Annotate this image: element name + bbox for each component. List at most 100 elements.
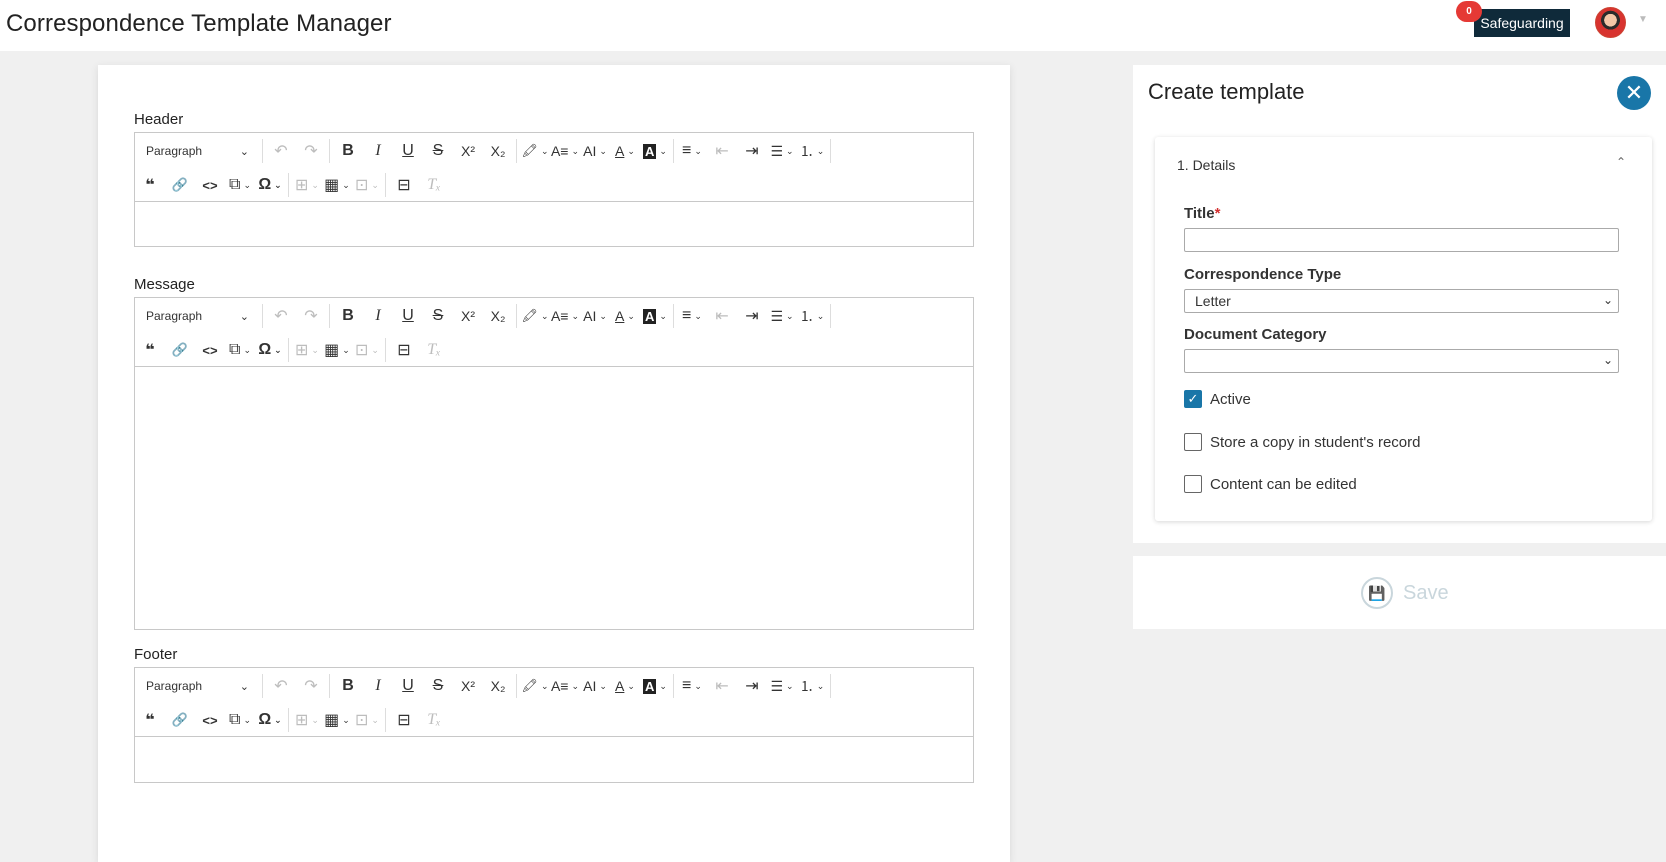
block-quote-icon[interactable]: ❝ — [135, 336, 165, 364]
bulleted-list-icon[interactable]: ☰ ⌄ — [767, 137, 797, 165]
merge-cells-icon[interactable]: ⊡ ⌄ — [352, 336, 382, 364]
numbered-list-icon[interactable]: ⒈ ⌄ — [797, 302, 827, 330]
insert-table-icon[interactable]: ▦ ⌄ — [322, 706, 352, 734]
underline-icon[interactable]: U — [393, 137, 423, 165]
outdent-icon[interactable]: ⇤ — [707, 137, 737, 165]
chevron-up-icon[interactable]: ⌃ — [1616, 155, 1626, 169]
highlight-icon[interactable]: 🖍 ⌄ — [520, 672, 550, 700]
close-icon[interactable]: ✕ — [1617, 76, 1651, 110]
font-color-icon[interactable]: A ⌄ — [610, 302, 640, 330]
superscript-icon[interactable]: X² — [453, 302, 483, 330]
underline-icon[interactable]: U — [393, 672, 423, 700]
table-cell-icon[interactable]: ⊞ ⌄ — [292, 336, 322, 364]
code-icon[interactable]: <> — [195, 336, 225, 364]
table-cell-icon[interactable]: ⊞ ⌄ — [292, 706, 322, 734]
active-checkbox-row[interactable]: ✓ Active — [1184, 389, 1251, 409]
superscript-icon[interactable]: X² — [453, 672, 483, 700]
insert-table-icon[interactable]: ▦ ⌄ — [322, 171, 352, 199]
user-avatar[interactable] — [1595, 7, 1626, 38]
remove-format-icon[interactable]: Tₓ — [419, 706, 449, 734]
numbered-list-icon[interactable]: ⒈ ⌄ — [797, 672, 827, 700]
page-break-icon[interactable]: ⊟ — [389, 336, 419, 364]
special-characters-icon[interactable]: Ω ⌄ — [255, 336, 285, 364]
details-section-toggle[interactable]: 1. Details — [1177, 157, 1235, 173]
highlight-icon[interactable]: 🖍 ⌄ — [520, 302, 550, 330]
save-button[interactable]: 💾 Save — [1361, 577, 1449, 609]
user-menu-chevron-icon[interactable]: ▼ — [1638, 14, 1648, 25]
subscript-icon[interactable]: X₂ — [483, 672, 513, 700]
indent-icon[interactable]: ⇥ — [737, 137, 767, 165]
active-checkbox[interactable]: ✓ — [1184, 390, 1202, 408]
link-icon[interactable]: 🔗 — [165, 706, 195, 734]
special-characters-icon[interactable]: Ω ⌄ — [255, 706, 285, 734]
strikethrough-icon[interactable]: S — [423, 137, 453, 165]
remove-format-icon[interactable]: Tₓ — [419, 171, 449, 199]
line-height-icon[interactable]: AI ⌄ — [580, 672, 610, 700]
editable-checkbox-row[interactable]: Content can be edited — [1184, 474, 1357, 494]
editable-checkbox[interactable] — [1184, 475, 1202, 493]
subscript-icon[interactable]: X₂ — [483, 137, 513, 165]
italic-icon[interactable]: I — [363, 302, 393, 330]
document-category-select[interactable]: ⌄ — [1184, 349, 1619, 373]
notification-badge[interactable]: 0 — [1456, 1, 1482, 22]
merge-cells-icon[interactable]: ⊡ ⌄ — [352, 706, 382, 734]
block-quote-icon[interactable]: ❝ — [135, 706, 165, 734]
italic-icon[interactable]: I — [363, 137, 393, 165]
link-icon[interactable]: 🔗 — [165, 336, 195, 364]
header-edit-area[interactable] — [135, 202, 973, 246]
italic-icon[interactable]: I — [363, 672, 393, 700]
redo-icon[interactable]: ↷ — [296, 302, 326, 330]
correspondence-type-select[interactable]: Letter ⌄ — [1184, 289, 1619, 313]
align-icon[interactable]: ≡ ⌄ — [677, 672, 707, 700]
numbered-list-icon[interactable]: ⒈ ⌄ — [797, 137, 827, 165]
line-height-icon[interactable]: AI ⌄ — [580, 302, 610, 330]
paragraph-style-dropdown[interactable]: Paragraph ⌄ — [135, 302, 259, 330]
align-icon[interactable]: ≡ ⌄ — [677, 137, 707, 165]
bold-icon[interactable]: B — [333, 137, 363, 165]
safeguarding-button[interactable]: Safeguarding — [1474, 9, 1570, 37]
superscript-icon[interactable]: X² — [453, 137, 483, 165]
special-characters-icon[interactable]: Ω ⌄ — [255, 171, 285, 199]
underline-icon[interactable]: U — [393, 302, 423, 330]
bulleted-list-icon[interactable]: ☰ ⌄ — [767, 302, 797, 330]
font-size-icon[interactable]: A≡ ⌄ — [550, 302, 580, 330]
source-editing-icon[interactable]: ⧉ ⌄ — [225, 706, 255, 734]
source-editing-icon[interactable]: ⧉ ⌄ — [225, 171, 255, 199]
font-color-icon[interactable]: A ⌄ — [610, 672, 640, 700]
bulleted-list-icon[interactable]: ☰ ⌄ — [767, 672, 797, 700]
bold-icon[interactable]: B — [333, 302, 363, 330]
paragraph-style-dropdown[interactable]: Paragraph ⌄ — [135, 672, 259, 700]
undo-icon[interactable]: ↶ — [266, 302, 296, 330]
outdent-icon[interactable]: ⇤ — [707, 672, 737, 700]
subscript-icon[interactable]: X₂ — [483, 302, 513, 330]
code-icon[interactable]: <> — [195, 706, 225, 734]
block-quote-icon[interactable]: ❝ — [135, 171, 165, 199]
align-icon[interactable]: ≡ ⌄ — [677, 302, 707, 330]
merge-cells-icon[interactable]: ⊡ ⌄ — [352, 171, 382, 199]
redo-icon[interactable]: ↷ — [296, 672, 326, 700]
link-icon[interactable]: 🔗 — [165, 171, 195, 199]
redo-icon[interactable]: ↷ — [296, 137, 326, 165]
outdent-icon[interactable]: ⇤ — [707, 302, 737, 330]
strikethrough-icon[interactable]: S — [423, 302, 453, 330]
page-break-icon[interactable]: ⊟ — [389, 171, 419, 199]
title-input[interactable] — [1184, 228, 1619, 252]
strikethrough-icon[interactable]: S — [423, 672, 453, 700]
source-editing-icon[interactable]: ⧉ ⌄ — [225, 336, 255, 364]
indent-icon[interactable]: ⇥ — [737, 672, 767, 700]
line-height-icon[interactable]: AI ⌄ — [580, 137, 610, 165]
paragraph-style-dropdown[interactable]: Paragraph ⌄ — [135, 137, 259, 165]
store-copy-checkbox[interactable] — [1184, 433, 1202, 451]
background-color-icon[interactable]: A ⌄ — [640, 302, 670, 330]
background-color-icon[interactable]: A ⌄ — [640, 672, 670, 700]
font-size-icon[interactable]: A≡ ⌄ — [550, 137, 580, 165]
indent-icon[interactable]: ⇥ — [737, 302, 767, 330]
bold-icon[interactable]: B — [333, 672, 363, 700]
highlight-icon[interactable]: 🖍 ⌄ — [520, 137, 550, 165]
undo-icon[interactable]: ↶ — [266, 672, 296, 700]
footer-edit-area[interactable] — [135, 737, 973, 782]
undo-icon[interactable]: ↶ — [266, 137, 296, 165]
message-edit-area[interactable] — [135, 367, 973, 629]
code-icon[interactable]: <> — [195, 171, 225, 199]
remove-format-icon[interactable]: Tₓ — [419, 336, 449, 364]
